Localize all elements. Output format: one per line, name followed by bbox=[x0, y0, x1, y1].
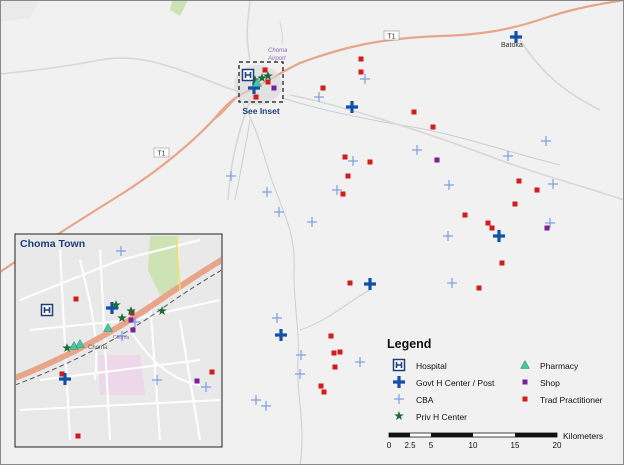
trad-marker bbox=[358, 56, 364, 62]
trad-marker bbox=[265, 79, 271, 85]
legend-label-trad: Trad Practitioner bbox=[540, 395, 603, 405]
trad-marker bbox=[516, 178, 522, 184]
road-label-t1-east: T1 bbox=[383, 30, 400, 41]
trad-marker bbox=[430, 124, 436, 130]
trad-marker bbox=[499, 260, 505, 266]
legend-label-hospital: Hospital bbox=[416, 361, 447, 371]
trad-marker bbox=[512, 201, 518, 207]
trad-marker bbox=[347, 280, 353, 286]
trad-marker bbox=[320, 85, 326, 91]
inset-map: Choma Choma Choma Town bbox=[14, 233, 223, 448]
inset-area-label: Choma bbox=[113, 335, 129, 341]
legend-label-pharmacy: Pharmacy bbox=[540, 361, 579, 371]
scale-tick-label: 20 bbox=[553, 441, 562, 450]
trad-marker bbox=[342, 154, 348, 160]
trad-marker bbox=[318, 383, 324, 389]
trad-marker bbox=[340, 191, 346, 197]
trad-marker bbox=[485, 220, 491, 226]
road-label-text: T1 bbox=[157, 151, 165, 158]
legend-label-govt: Govt H Center / Post bbox=[416, 378, 495, 388]
shop-marker bbox=[271, 85, 277, 91]
legend-label-priv: Priv H Center bbox=[416, 412, 467, 422]
trad-marker bbox=[337, 349, 343, 355]
trad-marker bbox=[262, 67, 268, 73]
small-square-icon bbox=[522, 396, 528, 402]
trad-marker bbox=[321, 389, 327, 395]
shop-marker bbox=[544, 225, 550, 231]
legend-label-shop: Shop bbox=[540, 378, 560, 388]
trad-marker bbox=[367, 159, 373, 165]
airport-label-line2: Airport bbox=[267, 56, 286, 62]
trad-marker bbox=[411, 109, 417, 115]
hospital-marker bbox=[40, 303, 54, 317]
road-label-t1-west: T1 bbox=[153, 147, 170, 158]
inset-town-label: Choma bbox=[88, 345, 108, 351]
scale-unit-label: Kilometers bbox=[563, 431, 603, 441]
trad-marker bbox=[331, 350, 337, 356]
trad-marker bbox=[534, 187, 540, 193]
airport-label-line1: Choma bbox=[268, 48, 288, 54]
inset-title: Choma Town bbox=[20, 238, 85, 250]
trad-marker bbox=[332, 364, 338, 370]
trad-marker bbox=[476, 285, 482, 291]
trad-marker bbox=[209, 369, 215, 375]
see-inset-label: See Inset bbox=[242, 106, 279, 116]
shop-marker bbox=[194, 378, 200, 384]
road-label-text: T1 bbox=[387, 34, 395, 41]
scale-tick-label: 0 bbox=[387, 441, 392, 450]
scale-tick-label: 15 bbox=[511, 441, 520, 450]
legend-label-cba: CBA bbox=[416, 395, 434, 405]
trad-marker bbox=[75, 433, 81, 439]
shop-marker bbox=[434, 157, 440, 163]
scale-tick-label: 2.5 bbox=[404, 441, 416, 450]
shop-marker bbox=[130, 327, 136, 333]
trad-marker bbox=[462, 212, 468, 218]
trad-marker bbox=[73, 296, 79, 302]
legend-title: Legend bbox=[387, 337, 431, 351]
scale-tick-label: 10 bbox=[469, 441, 478, 450]
scale-tick-label: 5 bbox=[429, 441, 434, 450]
square-icon bbox=[522, 379, 528, 385]
hospital-icon bbox=[392, 358, 406, 372]
trad-marker bbox=[358, 69, 364, 75]
shop-marker bbox=[128, 317, 134, 323]
map-canvas: T1 T1 Batoka Choma Airport See Inset Cho… bbox=[0, 0, 624, 465]
trad-marker bbox=[489, 225, 495, 231]
hospital-marker bbox=[241, 68, 255, 82]
town-label-batoka: Batoka bbox=[501, 42, 523, 49]
trad-marker bbox=[253, 94, 259, 100]
trad-marker bbox=[328, 333, 334, 339]
trad-marker bbox=[345, 173, 351, 179]
